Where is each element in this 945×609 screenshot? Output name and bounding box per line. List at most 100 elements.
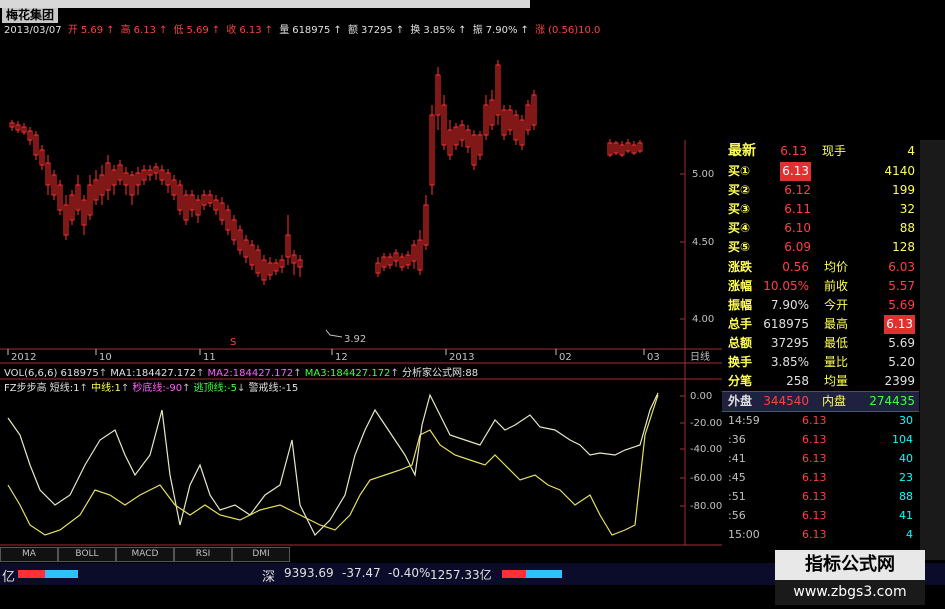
- indicator-tick-label: 0.00: [690, 391, 712, 402]
- tick-price: 6.13: [802, 490, 827, 503]
- short-line-series: [7, 392, 659, 537]
- kline-chart[interactable]: 5.00 4.50 4.00 3.92 S 2012 10 11 12 2013 02 03 日…: [0, 35, 722, 547]
- tick-row: 15:00 6.13 4: [722, 527, 919, 542]
- stat-label-2: 均量: [824, 374, 849, 388]
- period-label: 日线: [690, 350, 710, 363]
- bid-label: 买①: [728, 164, 751, 178]
- tick-price: 6.13: [802, 528, 827, 541]
- stat-value: 0.56: [782, 260, 809, 274]
- time-tick-label: 2013: [449, 352, 474, 363]
- bid-qty: 199: [892, 183, 915, 197]
- tick-row: 14:59 6.13 30: [722, 413, 919, 428]
- stat-label: 振幅: [728, 298, 753, 312]
- tab-macd[interactable]: MACD: [116, 547, 174, 562]
- outer-inner-row: 外盘 344540 内盘 274435: [722, 391, 919, 412]
- price-tick-label: 4.50: [692, 237, 714, 248]
- tick-price: 6.13: [802, 433, 827, 446]
- stat-row: 总额 37295 最低 5.69: [722, 334, 919, 353]
- watermark-title: 指标公式网: [775, 550, 925, 580]
- tick-qty: 4: [906, 528, 913, 541]
- stat-value-2: 5.57: [888, 279, 915, 293]
- time-tick-label: 2012: [11, 352, 36, 363]
- index-change: -37.47: [342, 566, 381, 580]
- tick-time: 15:00: [728, 528, 760, 541]
- tick-row: :45 6.13 23: [722, 470, 919, 485]
- signal-marker: S: [230, 337, 236, 348]
- watermark-url: www.zbgs3.com: [775, 580, 925, 605]
- stat-label-2: 量比: [824, 355, 849, 369]
- tick-time: :45: [728, 471, 746, 484]
- stat-label-2: 最低: [824, 336, 849, 350]
- stat-value-2: 2399: [884, 374, 915, 388]
- bid-price: 6.11: [784, 202, 811, 216]
- formula-source: 分析家公式网:88: [402, 368, 479, 379]
- bottom-line-label: 秒底线:-90: [132, 383, 183, 394]
- market-breadth-bar-right: [502, 570, 562, 578]
- bid-row: 买② 6.12 199: [722, 181, 919, 200]
- low-annotation-pointer: [325, 329, 343, 338]
- tick-time: :51: [728, 490, 746, 503]
- stat-label-2: 前收: [824, 279, 849, 293]
- ma3-label: MA3: [304, 368, 327, 379]
- volume-header: VOL(6,6,6) 618975↑ MA1:184427.172↑ MA2:1…: [4, 368, 479, 379]
- right-scrollbar[interactable]: [920, 140, 945, 560]
- indicator-name: FZ步步高: [4, 383, 47, 394]
- time-tick-label: 10: [99, 352, 112, 363]
- tab-rsi[interactable]: RSI: [174, 547, 232, 562]
- indicator-tick-label: -80.00: [690, 501, 722, 512]
- latest-price: 6.13: [780, 144, 807, 158]
- bid-price: 6.09: [784, 240, 811, 254]
- stat-value: 3.85%: [770, 355, 809, 369]
- tick-price: 6.13: [802, 414, 827, 427]
- stat-row: 总手 618975 最高 6.13: [722, 315, 919, 334]
- stat-row: 换手 3.85% 量比 5.20: [722, 353, 919, 372]
- inner-label: 内盘: [822, 394, 847, 408]
- vol-label: VOL(6,6,6): [4, 368, 58, 379]
- bid-row: 买⑤ 6.09 128: [722, 238, 919, 257]
- tick-price: 6.13: [802, 471, 827, 484]
- latest-row: 最新 6.13 现手 4: [722, 142, 919, 161]
- latest-label: 最新: [728, 143, 756, 159]
- stat-row: 分笔 258 均量 2399: [722, 372, 919, 391]
- candlesticks: [9, 60, 643, 285]
- tab-boll[interactable]: BOLL: [58, 547, 116, 562]
- short-line-label: 短线:1: [49, 383, 80, 394]
- tab-ma[interactable]: MA: [0, 547, 58, 562]
- bid-qty: 128: [892, 240, 915, 254]
- stat-value: 618975: [763, 317, 809, 331]
- tick-time: :56: [728, 509, 746, 522]
- indicator-tick-label: -40.00: [690, 444, 722, 455]
- watermark-logo: 指标公式网 www.zbgs3.com: [775, 550, 925, 605]
- bid-label: 买②: [728, 183, 751, 197]
- outer-label: 外盘: [728, 394, 753, 408]
- bid-row: 买④ 6.10 88: [722, 219, 919, 238]
- bid-price: 6.12: [784, 183, 811, 197]
- tab-dmi[interactable]: DMI: [232, 547, 290, 562]
- bid-qty: 32: [899, 202, 915, 216]
- mid-line-label: 中线:1: [91, 383, 121, 394]
- tick-time: :36: [728, 433, 746, 446]
- stat-label: 涨幅: [728, 279, 753, 293]
- bid-label: 买④: [728, 221, 751, 235]
- time-tick-label: 12: [335, 352, 348, 363]
- index-amount: 1257.33亿: [430, 568, 492, 582]
- top-toolbar-strip: [0, 0, 530, 8]
- bid-qty: 88: [899, 221, 915, 235]
- bid-price: 6.13: [780, 162, 811, 181]
- time-tick-label: 11: [203, 352, 216, 363]
- tick-qty: 41: [899, 509, 913, 522]
- tick-row: :41 6.13 40: [722, 451, 919, 466]
- index-value: 9393.69: [284, 566, 334, 580]
- ma1-value: 184427.172: [135, 368, 196, 379]
- stat-row: 涨跌 0.56 均价 6.03: [722, 258, 919, 277]
- market-label: 深: [262, 570, 276, 585]
- bid-qty: 4140: [884, 164, 915, 178]
- stat-row: 振幅 7.90% 今开 5.69: [722, 296, 919, 315]
- tick-time: 14:59: [728, 414, 760, 427]
- price-tick-label: 4.00: [692, 314, 714, 325]
- stat-value: 258: [786, 374, 809, 388]
- tick-qty: 40: [899, 452, 913, 465]
- tick-row: :51 6.13 88: [722, 489, 919, 504]
- ma2-label: MA2: [207, 368, 230, 379]
- indicator-header: FZ步步高 短线:1↑ 中线:1↑ 秒底线:-90↑ 逃顶线:-5↓ 警戒线:-…: [4, 383, 299, 394]
